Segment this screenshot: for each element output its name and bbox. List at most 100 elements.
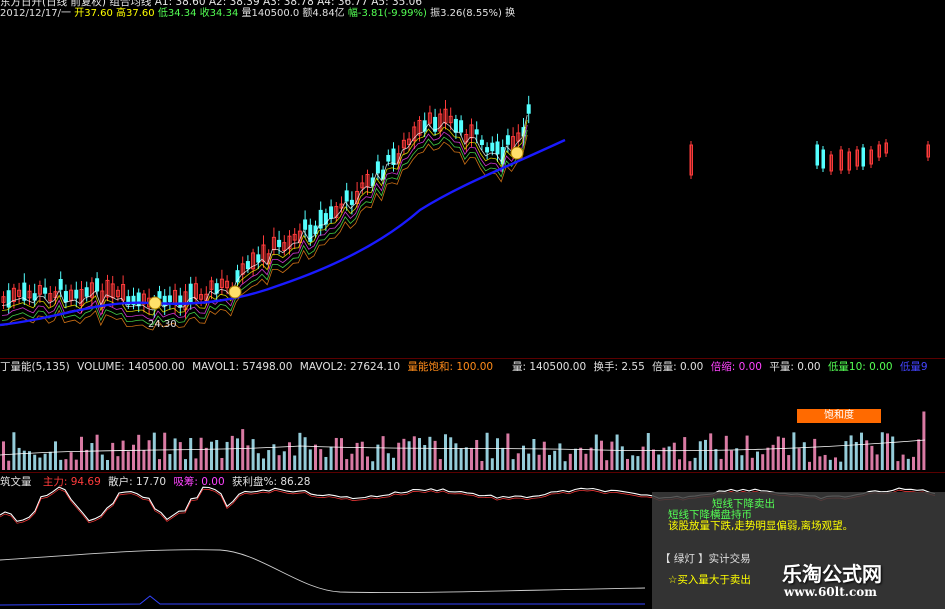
volume-bar [568,453,572,470]
volume-bar [126,451,130,470]
mavol2-value: MAVOL2: 27624.10 [299,361,401,373]
volume-bar [594,434,598,470]
volume-bar [204,447,208,470]
volume-bar [85,449,89,470]
volume-bar [428,436,432,470]
volume-bar [2,441,5,470]
mavol1-value: MAVOL1: 57498.00 [192,361,293,373]
volume-bar [516,453,520,470]
moving-average-line [1,134,528,331]
candle [453,118,458,133]
volume-bar [750,457,754,470]
volume-bar [33,454,37,470]
volume-bar [412,436,416,470]
volume-bar [615,434,619,470]
candle [256,254,261,263]
volume-bar [813,438,817,470]
volume-bar [267,450,271,470]
volume-bar [360,441,364,470]
volume-bar [59,459,63,470]
volume-bar [329,446,333,470]
volume-bar [251,439,255,470]
retail-value: 散户: 17.70 [108,476,167,488]
volume-bar [194,458,198,470]
volume-bar [80,436,83,470]
volume-bar [896,461,900,470]
volume-bar [735,448,739,470]
volume-bar [860,432,863,470]
volume-bar [496,438,499,470]
saturation-badge: 饱和度 [797,409,881,423]
volume-bar [641,446,645,470]
volume-bar [480,460,484,470]
volume-bar [28,451,31,470]
volume-bar [709,433,713,470]
volume-bar [605,460,609,470]
volume-bar [584,453,588,470]
volume-bar [917,439,921,470]
volume-bar [137,434,141,470]
volume-bar [756,451,759,470]
volume-bar [688,461,692,470]
volume-bar [324,456,328,470]
candle [178,295,183,308]
moving-average-line [1,129,528,326]
volume-bar [423,445,427,470]
volume-bar [532,438,536,470]
right-shrink: 倍缩: 0.00 [710,361,762,373]
volume-bar [828,459,832,470]
right-turnover: 换手: 2.55 [593,361,645,373]
candle [303,219,308,230]
volume-bar [256,453,260,470]
candle [245,261,250,270]
volume-value: VOLUME: 140500.00 [77,361,185,373]
volume-bar [714,449,718,470]
volume-bar [246,445,250,470]
candle [485,147,490,153]
volume-bar [95,434,99,470]
volume-bar [376,444,380,470]
volume-bar [563,461,567,470]
volume-bar [704,439,707,470]
volume-bar [392,457,395,470]
candle [344,190,349,202]
volume-bar [475,439,479,470]
volume-bar [672,442,676,470]
watermark-url: www.60lt.com [784,585,877,599]
volume-bar [449,437,453,470]
volume-bar [277,455,281,470]
volume-bar [574,448,577,470]
volume-bar [210,441,213,470]
volume-bar [355,442,359,470]
volume-bar [106,460,109,470]
volume-bar [662,447,666,470]
volume-bar [620,446,624,470]
volume-bar [397,442,401,470]
volume-bar [178,442,182,470]
volume-bar [54,441,57,470]
volume-bar [142,450,146,470]
smiley-signal-icon [148,296,162,310]
candle [821,149,825,169]
volume-bar [366,456,369,470]
volume-bar [823,454,827,470]
candle [479,139,484,145]
candle [58,279,63,290]
volume-bar [319,449,323,470]
volume-bar [38,457,42,470]
volume-bar [761,454,765,470]
volume-bar [69,452,73,470]
volume-bar [345,459,349,470]
signal-line5: ☆买入量大于卖出 [668,574,751,586]
moving-average-line [1,114,528,311]
volume-bar [610,441,614,470]
volume-bar [922,411,926,470]
volume-bar [730,450,733,470]
volume-bar [527,453,531,470]
volume-bar [303,437,307,470]
volume-bar [334,437,338,470]
candle [167,295,172,303]
candle [157,291,162,299]
right-double: 倍量: 0.00 [652,361,704,373]
volume-bar [7,460,11,470]
